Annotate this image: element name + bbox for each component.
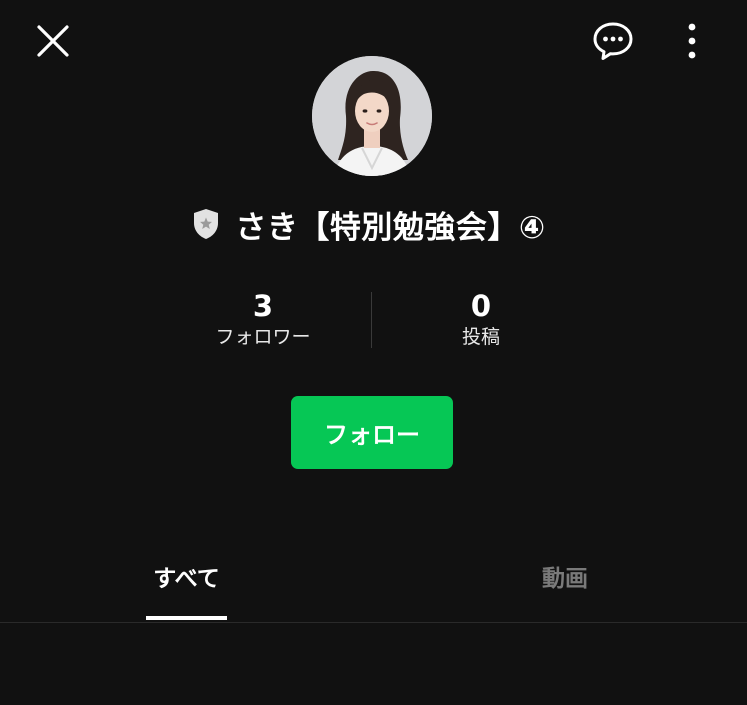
more-vertical-icon <box>688 23 696 59</box>
profile-photo <box>312 56 432 176</box>
followers-stat[interactable]: 3 フォロワー <box>173 288 353 350</box>
tab-video[interactable]: 動画 <box>520 530 610 622</box>
avatar[interactable] <box>312 56 432 176</box>
close-icon <box>37 25 69 57</box>
active-tab-indicator <box>146 616 227 620</box>
followers-count: 3 <box>252 289 274 323</box>
profile-name-row: さき【特別勉強会】④ <box>0 200 747 248</box>
posts-stat[interactable]: 0 投稿 <box>391 288 571 350</box>
shield-star-icon <box>191 207 221 241</box>
more-options-button[interactable] <box>670 16 714 66</box>
followers-label: フォロワー <box>215 326 311 348</box>
follow-button[interactable]: フォロー <box>291 396 453 469</box>
profile-stats: 3 フォロワー 0 投稿 <box>0 288 747 354</box>
chat-button[interactable] <box>588 16 638 66</box>
profile-name: さき【特別勉強会】④ <box>235 209 546 246</box>
posts-label: 投稿 <box>461 326 500 348</box>
tab-all[interactable]: すべて <box>146 530 227 622</box>
chat-bubble-icon <box>593 22 633 60</box>
stats-divider <box>371 292 372 348</box>
content-tabs: すべて 動画 <box>0 530 747 623</box>
close-button[interactable] <box>28 18 78 64</box>
posts-count: 0 <box>470 289 492 323</box>
